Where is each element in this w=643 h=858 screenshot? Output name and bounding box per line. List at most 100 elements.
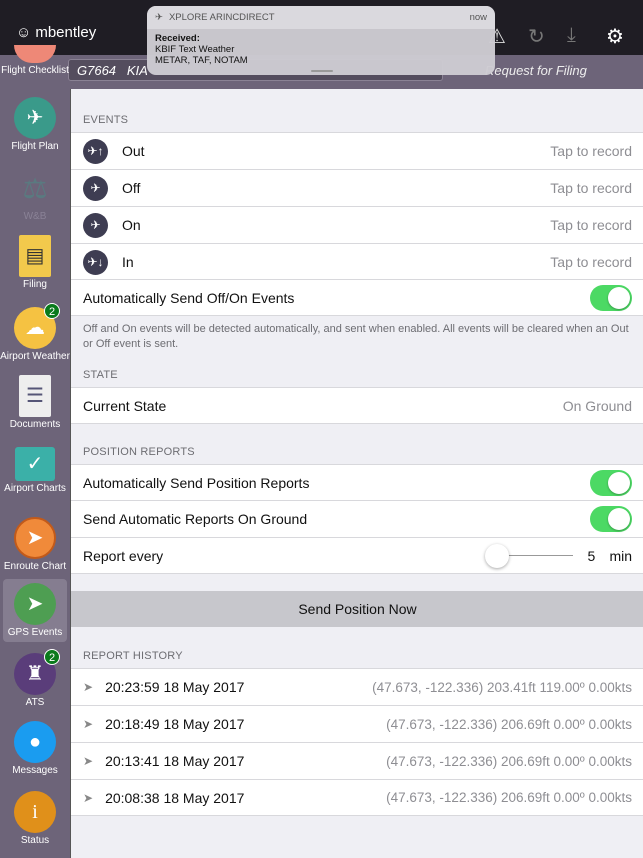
label: Off [122, 180, 141, 196]
tower-icon: ♜ 2 [14, 649, 60, 695]
sidebar: Flight Checklist ✈ Flight Plan ⚖ W&B ▤ Fili… [0, 45, 70, 858]
label: In [122, 254, 134, 270]
history-row[interactable]: ➤ 20:18:49 18 May 2017 (47.673, -122.336) … [71, 705, 643, 742]
section-header-position: POSITION REPORTS [83, 446, 195, 458]
report-time: 20:13:41 18 May 2017 [105, 753, 245, 769]
plane-in-icon: ✈↓ [83, 249, 108, 275]
chat-bubble-icon: ● [14, 721, 56, 763]
value: Tap to record [550, 143, 632, 159]
event-row-out[interactable]: ✈↑ Out Tap to record [71, 132, 643, 169]
navigation-icon: ➤ [14, 517, 56, 559]
label: GPS Events [7, 627, 63, 638]
report-detail: (47.673, -122.336) 206.69ft 0.00º 0.00kt… [386, 753, 632, 769]
location-arrow-icon: ➤ [83, 680, 94, 694]
label: Out [122, 143, 145, 159]
route: KIA [126, 63, 148, 78]
badge: 2 [44, 303, 60, 319]
label: W&B [23, 211, 47, 222]
section-header-events: EVENTS [83, 114, 129, 126]
label: Flight Plan [11, 141, 59, 152]
user-icon: ☺ [16, 24, 32, 41]
history-row[interactable]: ➤ 20:13:41 18 May 2017 (47.673, -122.336) … [71, 742, 643, 779]
interval-slider[interactable] [485, 543, 574, 568]
ground-reports-toggle[interactable] [590, 506, 632, 532]
flight-id: G7664 [77, 63, 117, 78]
notification-banner[interactable]: ✈ XPLORE ARINCDIRECT now Received: KBIF Tex… [147, 6, 495, 75]
label: Airport Weather [0, 351, 70, 362]
sidebar-item-ats[interactable]: ♜ 2 ATS [0, 649, 70, 708]
sidebar-item-gps-events[interactable]: ➤ GPS Events [3, 579, 67, 642]
chart-icon: ✓ [15, 447, 55, 481]
notification-app: XPLORE ARINCDIRECT [168, 12, 275, 23]
label: Airport Charts [4, 483, 66, 494]
report-detail: (47.673, -122.336) 206.69ft 0.00º 0.00kt… [386, 716, 632, 732]
label: Status [20, 835, 50, 846]
history-row[interactable]: ➤ 20:08:38 18 May 2017 (47.673, -122.336) … [71, 779, 643, 816]
gear-icon[interactable]: ⚙ [606, 24, 624, 49]
takeoff-icon: ✈ [83, 175, 108, 201]
history-row[interactable]: ➤ 20:23:59 18 May 2017 (47.673, -122.336) … [71, 668, 643, 705]
section-header-history: REPORT HISTORY [83, 650, 183, 662]
checklist-icon [14, 45, 56, 63]
auto-send-events-toggle[interactable] [590, 284, 632, 311]
flight-plan-icon: ✈ [14, 97, 56, 139]
event-row-on[interactable]: ✈ On Tap to record [71, 206, 643, 243]
report-time: 20:18:49 18 May 2017 [105, 716, 245, 732]
location-arrow-icon: ➤ [14, 583, 56, 625]
sidebar-item-enroute-chart[interactable]: ➤ Enroute Chart [0, 517, 70, 572]
value: Tap to record [550, 254, 632, 270]
sidebar-item-airport-weather[interactable]: ☁ 2 Airport Weather [0, 303, 70, 362]
sidebar-item-flight-checklist[interactable]: Flight Checklist [0, 45, 70, 76]
badge: 2 [44, 649, 60, 665]
notification-title: Received: [155, 33, 200, 44]
notification-line: METAR, TAF, NOTAM [155, 55, 248, 66]
interval-value: 5 [587, 547, 596, 564]
filing-status: Request for Filing [485, 63, 587, 78]
sidebar-item-flight-plan[interactable]: ✈ Flight Plan [0, 97, 70, 152]
notification-line: KBIF Text Weather [155, 44, 235, 55]
section-header-state: STATE [83, 369, 118, 381]
label: Filing [23, 279, 47, 290]
sidebar-item-wb[interactable]: ⚖ W&B [0, 167, 70, 222]
label: Enroute Chart [3, 561, 67, 572]
documents-icon: ☰ [19, 375, 51, 417]
slider-thumb[interactable] [485, 543, 510, 568]
sidebar-item-documents[interactable]: ☰ Documents [0, 375, 70, 430]
download-icon[interactable]: ⤓ [567, 24, 576, 47]
plane-out-icon: ✈↑ [83, 138, 108, 164]
value: On Ground [562, 397, 632, 414]
grabber[interactable] [311, 70, 333, 72]
sidebar-item-airport-charts[interactable]: ✓ Airport Charts [0, 447, 70, 494]
auto-position-toggle[interactable] [590, 470, 632, 496]
location-arrow-icon: ➤ [83, 790, 94, 805]
sidebar-item-filing[interactable]: ▤ Filing [0, 235, 70, 290]
label: Automatically Send Position Reports [83, 475, 310, 491]
value: Tap to record [550, 217, 632, 233]
label: ATS [25, 697, 45, 708]
location-arrow-icon: ➤ [83, 754, 94, 768]
label: Send Automatic Reports On Ground [83, 511, 308, 527]
location-arrow-icon: ➤ [83, 717, 94, 731]
event-row-in[interactable]: ✈↓ In Tap to record [71, 243, 643, 280]
label: On [122, 217, 141, 233]
refresh-icon[interactable]: ↻ [528, 24, 545, 49]
report-time: 20:23:59 18 May 2017 [105, 679, 245, 695]
auto-position-row: Automatically Send Position Reports [71, 464, 643, 501]
sidebar-item-messages[interactable]: ● Messages [0, 721, 70, 776]
gps-events-panel: EVENTS ✈↑ Out Tap to record ✈ Off Tap to rec… [70, 89, 643, 858]
report-interval-row: Report every 5 min [71, 537, 643, 574]
event-row-off[interactable]: ✈ Off Tap to record [71, 169, 643, 206]
weather-icon: ☁ 2 [14, 303, 60, 349]
label: Flight Checklist [1, 65, 69, 76]
sidebar-item-status[interactable]: i Status [0, 791, 70, 846]
user-button[interactable]: ☺ mbentley [16, 24, 96, 41]
report-detail: (47.673, -122.336) 206.69ft 0.00º 0.00kt… [386, 790, 632, 805]
scale-icon: ⚖ [22, 172, 48, 204]
file-cabinet-icon: ▤ [19, 235, 51, 277]
current-state-row: Current State On Ground [71, 387, 643, 424]
label: Documents [9, 419, 61, 430]
ground-reports-row: Send Automatic Reports On Ground [71, 500, 643, 537]
app-icon: ✈ [155, 12, 163, 23]
username: mbentley [35, 24, 97, 41]
send-position-button[interactable]: Send Position Now [71, 591, 643, 627]
